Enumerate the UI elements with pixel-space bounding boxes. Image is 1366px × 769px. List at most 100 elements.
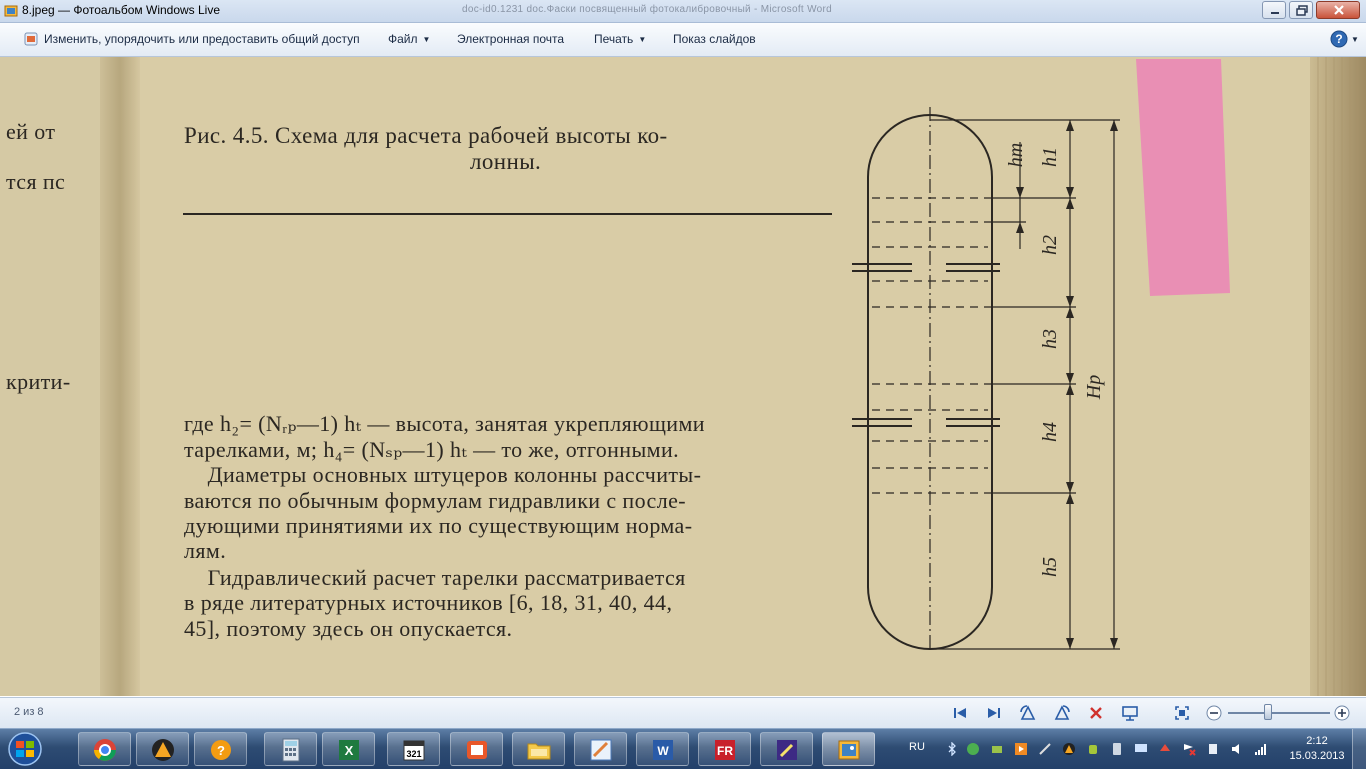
taskbar-media[interactable] bbox=[450, 732, 503, 766]
system-clock[interactable]: 2:12 15.03.2013 bbox=[1287, 734, 1347, 764]
rotate-left-icon[interactable] bbox=[1019, 704, 1037, 722]
photo-gallery-icon bbox=[838, 740, 860, 760]
window-title: 8.jpeg — Фотоальбом Windows Live bbox=[22, 3, 221, 17]
volume-icon[interactable] bbox=[1230, 742, 1244, 756]
print-menu[interactable]: Печать ▼ bbox=[594, 32, 646, 46]
minimize-button[interactable] bbox=[1262, 1, 1286, 19]
viewer-control-bar: 2 из 8 bbox=[0, 697, 1366, 728]
taskbar-editor[interactable] bbox=[760, 732, 813, 766]
body-line: Гидравлический расчет тарелки рассматрив… bbox=[184, 565, 686, 590]
rotate-right-icon[interactable] bbox=[1053, 704, 1071, 722]
paint-icon bbox=[590, 739, 612, 761]
previous-icon[interactable] bbox=[951, 704, 969, 722]
phone-sync-icon[interactable] bbox=[1110, 742, 1124, 756]
file-menu[interactable]: Файл ▼ bbox=[388, 32, 430, 46]
label-h2: h2 bbox=[1039, 235, 1061, 255]
label-hp: Hp bbox=[1083, 375, 1105, 400]
label-h5: h5 bbox=[1039, 557, 1061, 577]
action-center-icon[interactable] bbox=[1182, 742, 1196, 756]
clock-date: 15.03.2013 bbox=[1289, 750, 1345, 762]
pencil-editor-icon bbox=[777, 740, 797, 760]
folder-icon bbox=[527, 743, 551, 760]
zoom-slider-track[interactable] bbox=[1228, 712, 1330, 714]
body-line: тарелками, м; h₄= (Nₛₚ—1) hₜ — то же, от… bbox=[184, 437, 680, 462]
next-icon[interactable] bbox=[985, 704, 1003, 722]
zoom-out-icon[interactable] bbox=[1205, 704, 1223, 722]
up-arrow-tray-icon[interactable] bbox=[1158, 742, 1172, 756]
excel-icon: X bbox=[339, 740, 359, 760]
taskbar-word[interactable]: W bbox=[636, 732, 689, 766]
body-line: в ряде литературных источников [6, 18, 3… bbox=[184, 590, 673, 615]
pink-bookmark bbox=[1136, 59, 1230, 296]
start-button[interactable] bbox=[3, 731, 47, 767]
display-icon[interactable] bbox=[1134, 742, 1148, 756]
svg-text:FR: FR bbox=[717, 744, 733, 758]
calculator-icon bbox=[282, 738, 300, 762]
body-line: дующими принятиями их по существующим но… bbox=[184, 513, 693, 538]
svg-text:W: W bbox=[657, 744, 669, 758]
finereader-icon: FR bbox=[715, 740, 735, 760]
bluetooth-icon[interactable] bbox=[945, 742, 959, 756]
calendar-icon: 321 bbox=[403, 740, 425, 761]
tools-tray-icon[interactable] bbox=[1038, 742, 1052, 756]
print-label: Печать bbox=[594, 32, 634, 46]
chevron-down-icon: ▼ bbox=[422, 35, 431, 44]
left-page-fragment: ей от bbox=[6, 119, 56, 144]
network-signal-icon[interactable] bbox=[1254, 742, 1268, 756]
label-ht: hт bbox=[1005, 143, 1027, 167]
svg-text:?: ? bbox=[217, 743, 225, 758]
antivirus-icon[interactable] bbox=[966, 742, 980, 756]
close-button[interactable] bbox=[1316, 1, 1360, 19]
photo-counter: 2 из 8 bbox=[14, 706, 44, 718]
body-line: лям. bbox=[184, 538, 227, 563]
aimp-tray-icon[interactable] bbox=[1062, 742, 1076, 756]
taskbar-aimp[interactable] bbox=[136, 732, 189, 766]
zoom-in-icon[interactable] bbox=[1333, 704, 1351, 722]
slideshow-button[interactable]: Показ слайдов bbox=[673, 32, 756, 46]
taskbar-excel[interactable]: X bbox=[322, 732, 375, 766]
taskbar-paint[interactable] bbox=[574, 732, 627, 766]
edit-organize-icon bbox=[24, 32, 38, 46]
close-icon bbox=[1334, 5, 1344, 15]
safely-remove-icon[interactable] bbox=[1206, 742, 1220, 756]
taskbar-calculator[interactable] bbox=[264, 732, 317, 766]
command-bar: Изменить, упорядочить или предоставить о… bbox=[0, 23, 1366, 57]
taskbar-chrome[interactable] bbox=[78, 732, 131, 766]
chrome-icon bbox=[94, 739, 116, 761]
delete-icon[interactable] bbox=[1087, 704, 1105, 722]
organize-menu[interactable]: Изменить, упорядочить или предоставить о… bbox=[44, 32, 360, 46]
network-device-icon[interactable] bbox=[990, 742, 1004, 756]
android-sync-icon[interactable] bbox=[1086, 742, 1100, 756]
taskbar: ? X 321 W FR RU 2:12 15.03.2013 bbox=[0, 728, 1366, 769]
taskbar-calendar[interactable]: 321 bbox=[387, 732, 440, 766]
media-tray-icon[interactable] bbox=[1014, 742, 1028, 756]
svg-text:321: 321 bbox=[406, 749, 421, 759]
body-line: Диаметры основных штуцеров колонны рассч… bbox=[184, 462, 702, 487]
aimp-icon bbox=[152, 739, 174, 761]
actual-size-icon[interactable] bbox=[1173, 704, 1191, 722]
email-label: Электронная почта bbox=[457, 32, 565, 46]
slideshow-label: Показ слайдов bbox=[673, 32, 756, 46]
chevron-down-icon[interactable]: ▼ bbox=[1351, 35, 1359, 44]
body-line: 45], поэтому здесь он опускается. bbox=[184, 616, 513, 641]
email-button[interactable]: Электронная почта bbox=[457, 32, 564, 46]
left-page-fragment: тся пс bbox=[6, 169, 66, 194]
taskbar-finereader[interactable]: FR bbox=[698, 732, 751, 766]
left-page-fragment: крити- bbox=[6, 369, 71, 394]
taskbar-qip[interactable]: ? bbox=[194, 732, 247, 766]
label-h1: h1 bbox=[1039, 147, 1061, 167]
svg-text:X: X bbox=[345, 743, 354, 758]
restore-button[interactable] bbox=[1289, 1, 1313, 19]
show-desktop-button[interactable] bbox=[1352, 729, 1366, 769]
restore-icon bbox=[1296, 5, 1308, 16]
body-line: где h₂= (Nᵣₚ—1) hₜ — высота, занятая укр… bbox=[184, 411, 705, 436]
language-indicator[interactable]: RU bbox=[909, 741, 925, 753]
help-icon[interactable]: ? bbox=[1330, 30, 1348, 48]
taskbar-photo-gallery[interactable] bbox=[822, 732, 875, 766]
figure-caption-line1: Рис. 4.5. Схема для расчета рабочей высо… bbox=[184, 123, 668, 148]
organize-label: Изменить, упорядочить или предоставить о… bbox=[44, 32, 360, 46]
set-desktop-icon[interactable] bbox=[1121, 704, 1139, 722]
clock-time: 2:12 bbox=[1306, 735, 1328, 747]
taskbar-explorer[interactable] bbox=[512, 732, 565, 766]
zoom-slider-thumb[interactable] bbox=[1264, 704, 1272, 720]
